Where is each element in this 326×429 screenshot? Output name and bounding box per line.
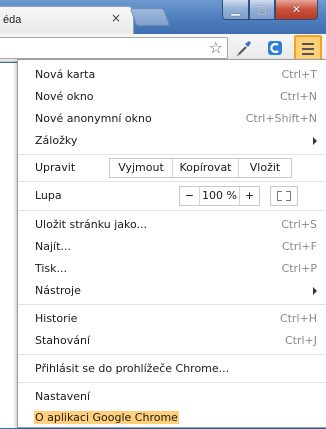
close-icon: ✕: [291, 3, 302, 16]
menu-item-label: Záložky: [35, 134, 78, 147]
toolbar: ☆: [0, 34, 326, 62]
chrome-menu: Nová karta Ctrl+T Nové okno Ctrl+N Nové …: [17, 59, 326, 428]
copy-button[interactable]: Kopírovat: [172, 159, 238, 177]
menu-item-find[interactable]: Najít... Ctrl+F: [18, 236, 326, 258]
menu-item-label: O aplikaci Google Chrome: [34, 411, 179, 424]
menu-item-label: Přihlásit se do prohlížeče Chrome...: [35, 362, 230, 375]
menu-item-label: Najít...: [35, 240, 71, 253]
submenu-arrow-icon: [313, 287, 317, 295]
minimize-icon: ▁: [231, 3, 240, 16]
menu-separator: [18, 354, 326, 355]
maximize-icon: ▢: [256, 3, 268, 16]
bookmark-star-icon[interactable]: ☆: [209, 38, 223, 58]
hamburger-icon: [302, 43, 314, 58]
minimize-button[interactable]: ▁: [222, 0, 249, 20]
close-window-button[interactable]: ✕: [275, 0, 318, 20]
menu-item-label: Stahování: [35, 334, 91, 347]
menu-item-print[interactable]: Tisk... Ctrl+P: [18, 258, 326, 280]
menu-separator: [18, 154, 326, 155]
menu-item-new-tab[interactable]: Nová karta Ctrl+T: [18, 64, 326, 86]
menu-item-label: Nové okno: [35, 90, 94, 103]
zoom-controls: − 100 % +: [179, 186, 260, 206]
menu-item-label: Tisk...: [35, 262, 68, 275]
menu-item-tools[interactable]: Nástroje: [18, 280, 326, 302]
menu-item-shortcut: Ctrl+S: [281, 218, 317, 231]
maximize-button[interactable]: ▢: [249, 0, 275, 20]
menu-item-shortcut: Ctrl+N: [279, 90, 317, 103]
menu-item-new-incognito-window[interactable]: Nové anonymní okno Ctrl+Shift+N: [18, 108, 326, 130]
menu-item-shortcut: Ctrl+T: [281, 68, 317, 81]
menu-item-shortcut: Ctrl+F: [281, 240, 317, 253]
menu-item-new-window[interactable]: Nové okno Ctrl+N: [18, 86, 326, 108]
menu-separator: [18, 382, 326, 383]
fullscreen-icon[interactable]: [270, 186, 298, 206]
title-bar: éda × ▁ ▢ ✕: [0, 0, 326, 34]
address-bar[interactable]: ☆: [0, 37, 228, 59]
menu-item-sign-in[interactable]: Přihlásit se do prohlížeče Chrome...: [18, 358, 326, 380]
zoom-level: 100 %: [199, 187, 240, 205]
zoom-in-button[interactable]: +: [240, 187, 259, 205]
eyedropper-extension-icon[interactable]: [234, 38, 254, 58]
cut-button[interactable]: Vyjmout: [110, 159, 172, 177]
menu-item-shortcut: Ctrl+H: [279, 312, 317, 325]
menu-item-bookmarks[interactable]: Záložky: [18, 130, 326, 152]
menu-item-save-page[interactable]: Uložit stránku jako... Ctrl+S: [18, 214, 326, 236]
menu-item-label: Nástroje: [35, 284, 81, 297]
menu-item-shortcut: Ctrl+P: [281, 262, 317, 275]
edit-button-group: Vyjmout Kopírovat Vložit: [109, 158, 292, 178]
tab-title: éda: [3, 14, 22, 26]
menu-item-label: Nová karta: [35, 68, 96, 81]
extension-c-icon[interactable]: [265, 38, 285, 58]
menu-item-label: Uložit stránku jako...: [35, 218, 148, 231]
chrome-menu-button[interactable]: [294, 35, 322, 62]
menu-item-downloads[interactable]: Stahování Ctrl+J: [18, 330, 326, 352]
menu-item-shortcut: Ctrl+Shift+N: [245, 112, 317, 125]
paste-button[interactable]: Vložit: [238, 159, 291, 177]
menu-item-shortcut: Ctrl+J: [284, 334, 317, 347]
menu-item-settings[interactable]: Nastavení: [18, 386, 326, 408]
zoom-label: Lupa: [35, 189, 62, 202]
zoom-out-button[interactable]: −: [180, 187, 199, 205]
window-controls: ▁ ▢ ✕: [222, 0, 318, 20]
menu-separator: [18, 210, 326, 211]
menu-item-about-chrome[interactable]: O aplikaci Google Chrome: [18, 407, 326, 429]
menu-item-history[interactable]: Historie Ctrl+H: [18, 308, 326, 330]
edit-label: Upravit: [35, 161, 76, 174]
menu-item-label: Historie: [35, 312, 78, 325]
menu-item-label: Nastavení: [35, 390, 91, 403]
menu-item-label: Nové anonymní okno: [35, 112, 152, 125]
new-tab-button[interactable]: [129, 8, 171, 26]
submenu-arrow-icon: [313, 137, 317, 145]
menu-separator: [18, 304, 326, 305]
tab-close-icon[interactable]: ×: [109, 11, 123, 25]
browser-tab[interactable]: éda ×: [0, 6, 134, 34]
menu-separator: [18, 181, 326, 182]
